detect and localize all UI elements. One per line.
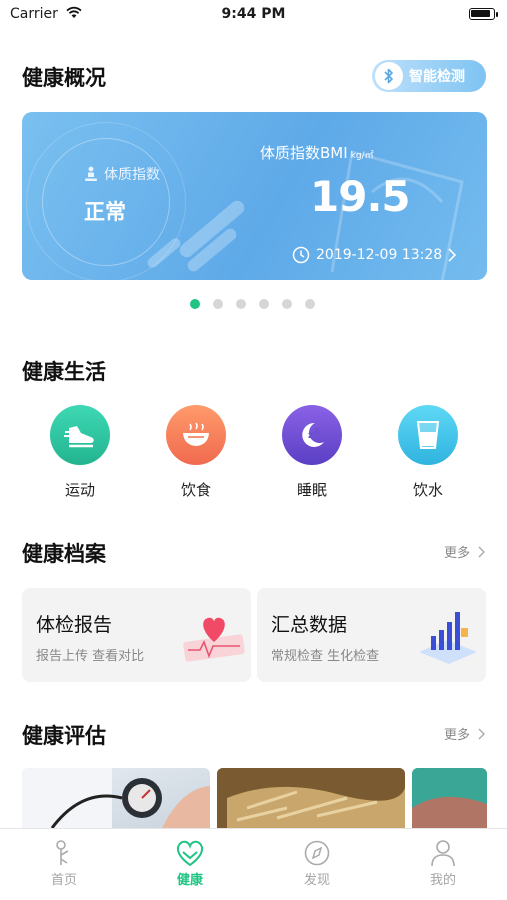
heart-icon: [150, 837, 230, 869]
bmi-index-label-group: 体质指数: [84, 164, 160, 184]
moon-zz-icon: z z: [282, 405, 342, 465]
overview-title: 健康概况: [22, 66, 106, 90]
water-glass-icon: [398, 405, 458, 465]
archive-card-report[interactable]: 体检报告 报告上传 查看对比: [22, 588, 251, 682]
archive-card-title: 体检报告: [36, 614, 113, 636]
clock-icon: [292, 246, 310, 264]
bmi-timestamp-row[interactable]: 2019-12-09 13:28: [292, 246, 457, 264]
assessment-card-blood-pressure[interactable]: [22, 768, 210, 830]
tab-label: 发现: [303, 873, 330, 888]
carousel-dots: [190, 299, 315, 309]
blood-pressure-image: [22, 768, 210, 830]
life-title: 健康生活: [22, 360, 106, 384]
tab-label: 我的: [429, 873, 456, 888]
assessment-card-herbal[interactable]: [217, 768, 405, 830]
life-item-diet[interactable]: 饮食: [156, 405, 236, 500]
tab-label: 健康: [176, 873, 203, 888]
bar-chart-icon: [419, 612, 477, 664]
battery-cap: [496, 12, 498, 17]
herbal-medicine-image: [217, 768, 405, 830]
tab-discover[interactable]: 发现: [277, 837, 357, 888]
life-item-label: 饮水: [412, 481, 443, 499]
chevron-right-icon: [478, 728, 485, 739]
status-bar: Carrier 9:44 PM: [0, 0, 507, 30]
home-icon: [24, 837, 104, 869]
bmi-label-group: 体质指数BMI kg/㎡: [260, 142, 374, 163]
smart-detect-button[interactable]: 智能检测: [372, 60, 486, 92]
life-item-exercise[interactable]: 运动: [40, 405, 120, 500]
battery-icon: [469, 8, 495, 20]
bmi-card[interactable]: 体质指数 正常 体质指数BMI kg/㎡ 19.5 2019-12-09 13:2…: [22, 112, 487, 280]
life-item-water[interactable]: 饮水: [388, 405, 468, 500]
more-label: 更多: [443, 728, 470, 743]
clock: 9:44 PM: [221, 6, 286, 22]
bmi-timestamp: 2019-12-09 13:28: [316, 247, 443, 263]
running-shoe-icon: [50, 405, 110, 465]
carousel-dot[interactable]: [236, 299, 246, 309]
heart-report-icon: [183, 617, 245, 662]
life-item-label: 睡眠: [296, 481, 327, 499]
tab-mine[interactable]: 我的: [403, 837, 483, 888]
person-scale-icon: [85, 166, 97, 181]
chevron-right-icon: [478, 546, 485, 557]
chevron-right-icon: [448, 248, 457, 262]
archive-card-subtitle: 常规检查 生化检查: [271, 649, 380, 664]
svg-text:z: z: [308, 431, 313, 441]
bmi-index-label: 体质指数: [104, 167, 160, 183]
assessment-image: [412, 768, 487, 830]
tab-bar: 首页 健康 发现 我的: [0, 828, 507, 900]
life-item-label: 饮食: [180, 481, 211, 499]
bmi-status: 正常: [84, 200, 126, 224]
smart-detect-label: 智能检测: [409, 69, 465, 85]
archive-more-link[interactable]: 更多: [444, 542, 485, 561]
life-item-sleep[interactable]: z z 睡眠: [272, 405, 352, 500]
carousel-dot[interactable]: [305, 299, 315, 309]
carousel-dot[interactable]: [190, 299, 200, 309]
archive-card-summary[interactable]: 汇总数据 常规检查 生化检查: [257, 588, 486, 682]
svg-text:z: z: [314, 426, 319, 436]
person-icon: [403, 837, 483, 869]
bowl-icon: [166, 405, 226, 465]
archive-title: 健康档案: [22, 542, 106, 566]
assessment-title: 健康评估: [22, 724, 106, 748]
bluetooth-icon: [375, 62, 403, 90]
life-item-label: 运动: [64, 481, 95, 499]
carousel-dot[interactable]: [259, 299, 269, 309]
compass-icon: [277, 837, 357, 869]
carousel-dot[interactable]: [282, 299, 292, 309]
bmi-value: 19.5: [310, 172, 411, 221]
tab-home[interactable]: 首页: [24, 837, 104, 888]
tab-label: 首页: [50, 873, 77, 888]
assessment-more-link[interactable]: 更多: [444, 724, 485, 743]
archive-card-title: 汇总数据: [271, 614, 348, 636]
assessment-card-third[interactable]: [412, 768, 487, 830]
carousel-dot[interactable]: [213, 299, 223, 309]
bmi-label: 体质指数BMI: [260, 144, 348, 162]
more-label: 更多: [443, 546, 470, 561]
tab-health[interactable]: 健康: [150, 837, 230, 888]
bmi-unit: kg/㎡: [350, 151, 374, 161]
archive-card-subtitle: 报告上传 查看对比: [36, 649, 145, 664]
